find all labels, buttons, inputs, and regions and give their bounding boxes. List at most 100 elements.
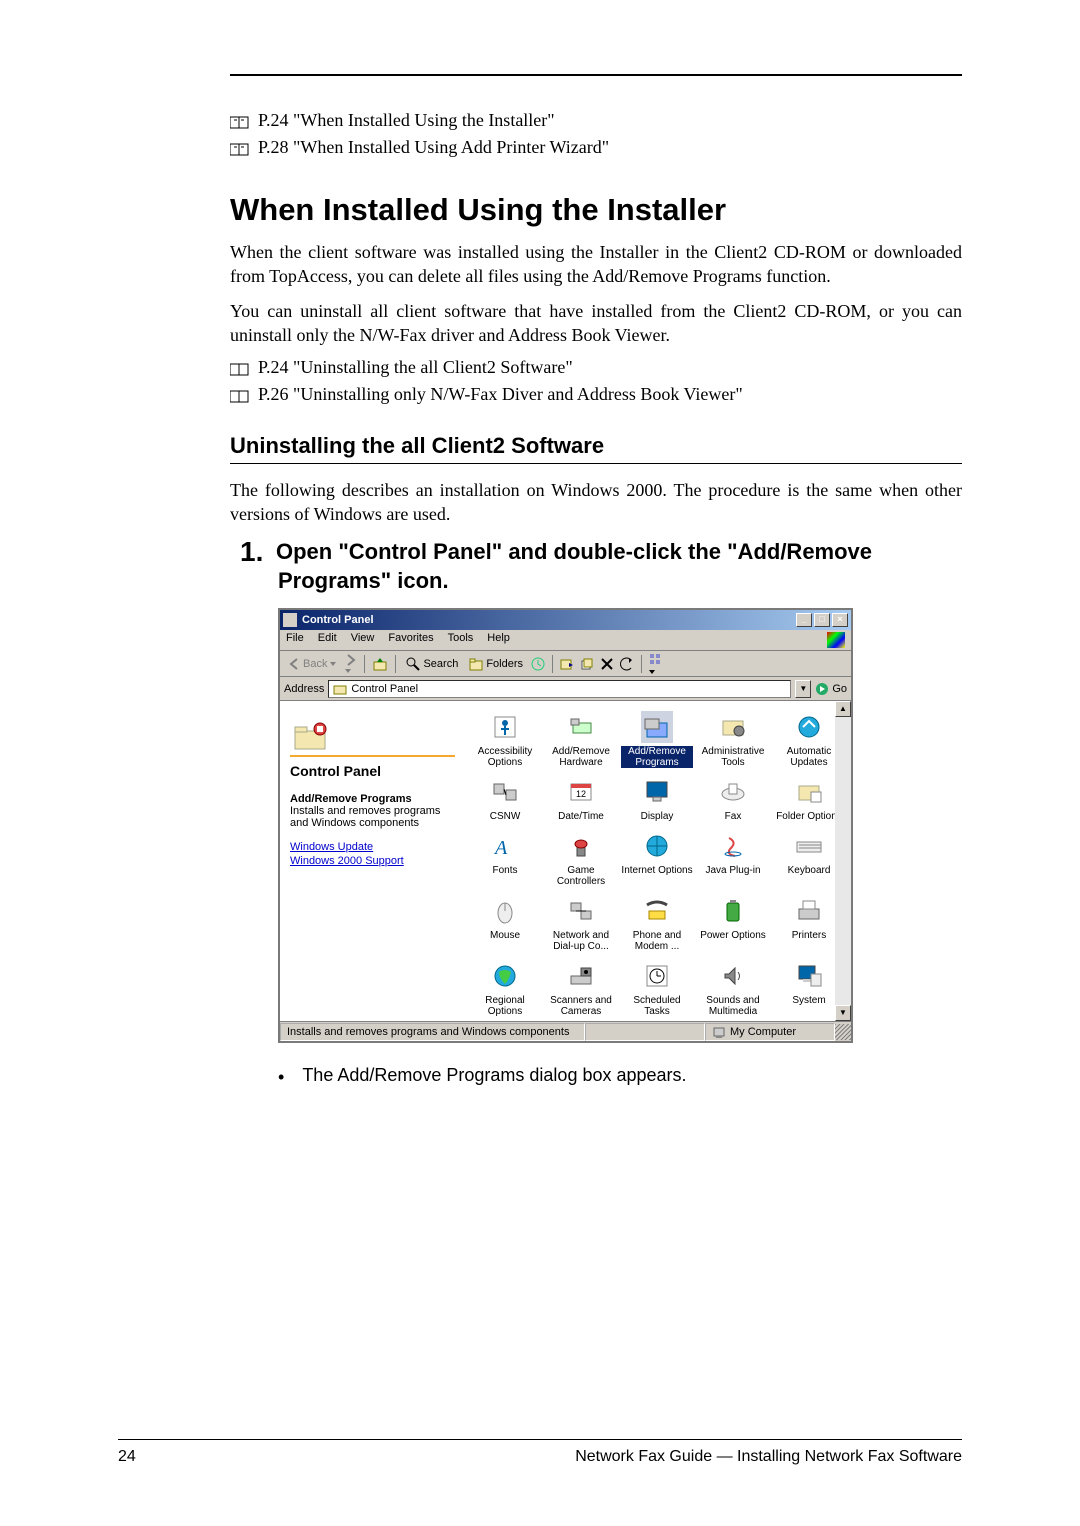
icon-label: Add/Remove Hardware: [545, 746, 617, 768]
icon-scheduled-tasks[interactable]: Scheduled Tasks: [621, 960, 693, 1017]
link-windows-update[interactable]: Windows Update: [290, 841, 455, 853]
icon-label: Display: [641, 811, 674, 822]
title-bar: Control Panel _ □ ×: [280, 610, 851, 630]
menu-view[interactable]: View: [351, 632, 375, 648]
ref-link-1: P.24 "When Installed Using the Installer…: [230, 110, 962, 131]
menu-tools[interactable]: Tools: [448, 632, 474, 648]
icon-label: CSNW: [490, 811, 521, 822]
scroll-down-button[interactable]: ▼: [835, 1005, 851, 1021]
icon-label: Java Plug-in: [705, 865, 760, 876]
separator: [641, 655, 642, 673]
icon-phone-modem[interactable]: Phone and Modem ...: [621, 895, 693, 952]
resize-grip[interactable]: [835, 1024, 851, 1040]
link-windows-2000-support[interactable]: Windows 2000 Support: [290, 855, 455, 867]
icon-label: Network and Dial-up Co...: [545, 930, 617, 952]
copyto-button[interactable]: [579, 656, 595, 672]
close-button[interactable]: ×: [832, 613, 848, 627]
undo-button[interactable]: [619, 656, 635, 672]
icon-sounds-multimedia[interactable]: Sounds and Multimedia: [697, 960, 769, 1017]
ref-link-3: P.24 "Uninstalling the all Client2 Softw…: [230, 357, 962, 378]
icon-mouse[interactable]: Mouse: [469, 895, 541, 952]
icon-label: System: [792, 995, 825, 1006]
footer-title: Network Fax Guide — Installing Network F…: [575, 1448, 962, 1466]
icon-fax[interactable]: Fax: [697, 776, 769, 822]
scroll-up-button[interactable]: ▲: [835, 701, 851, 717]
step-heading: 1. Open "Control Panel" and double-click…: [248, 537, 962, 596]
side-title: Control Panel: [290, 763, 455, 779]
icon-label: Folder Options: [776, 811, 842, 822]
page-number: 24: [118, 1448, 136, 1466]
up-button[interactable]: [371, 656, 389, 672]
minimize-button[interactable]: _: [796, 613, 812, 627]
icon-label: Fonts: [492, 865, 517, 876]
icon-label: Scanners and Cameras: [545, 995, 617, 1017]
book-icon: [230, 110, 250, 131]
step-text: Open "Control Panel" and double-click th…: [276, 539, 872, 594]
side-pane: Control Panel Add/Remove Programs Instal…: [280, 701, 465, 1021]
screenshot-control-panel: Control Panel _ □ × File Edit View Favor…: [278, 608, 962, 1043]
step-number: 1.: [242, 533, 263, 571]
icon-add-remove-programs[interactable]: Add/Remove Programs: [621, 711, 693, 768]
body-paragraph: You can uninstall all client software th…: [230, 299, 962, 348]
icon-regional-options[interactable]: Regional Options: [469, 960, 541, 1017]
address-bar: Address Control Panel ▼ Go: [280, 677, 851, 701]
icon-label: Accessibility Options: [469, 746, 541, 768]
menu-edit[interactable]: Edit: [318, 632, 337, 648]
moveto-button[interactable]: [559, 656, 575, 672]
status-text-value: Installs and removes programs and Window…: [287, 1026, 569, 1038]
back-button[interactable]: Back: [284, 656, 340, 672]
book-icon: [230, 384, 250, 405]
address-value: Control Panel: [351, 683, 418, 695]
icon-accessibility-options[interactable]: Accessibility Options: [469, 711, 541, 768]
h3-rule: [230, 463, 962, 464]
icon-administrative-tools[interactable]: Administrative Tools: [697, 711, 769, 768]
window-title: Control Panel: [302, 614, 374, 626]
separator: [364, 655, 365, 673]
menu-bar: File Edit View Favorites Tools Help: [280, 630, 851, 651]
icon-game-controllers[interactable]: Game Controllers: [545, 830, 617, 887]
icon-network-dialup[interactable]: Network and Dial-up Co...: [545, 895, 617, 952]
address-dropdown-button[interactable]: ▼: [795, 680, 811, 698]
body-paragraph: When the client software was installed u…: [230, 240, 962, 289]
heading-h3: Uninstalling the all Client2 Software: [230, 433, 962, 459]
menu-favorites[interactable]: Favorites: [388, 632, 433, 648]
scroll-track[interactable]: [835, 717, 851, 1005]
icon-add-remove-hardware[interactable]: Add/Remove Hardware: [545, 711, 617, 768]
window-button-group: _ □ ×: [796, 613, 848, 627]
page-footer: 24 Network Fax Guide — Installing Networ…: [118, 1439, 962, 1466]
maximize-button[interactable]: □: [814, 613, 830, 627]
icon-fonts[interactable]: A Fonts: [469, 830, 541, 887]
go-button[interactable]: Go: [815, 682, 847, 696]
icon-internet-options[interactable]: Internet Options: [621, 830, 693, 887]
icon-scanners-cameras[interactable]: Scanners and Cameras: [545, 960, 617, 1017]
icon-label: Printers: [792, 930, 826, 941]
icon-label: Scheduled Tasks: [621, 995, 693, 1017]
window: Control Panel _ □ × File Edit View Favor…: [278, 608, 853, 1043]
heading-h2: When Installed Using the Installer: [230, 192, 962, 228]
menu-file[interactable]: File: [286, 632, 304, 648]
icon-label: Administrative Tools: [697, 746, 769, 768]
bullet-text: The Add/Remove Programs dialog box appea…: [302, 1065, 686, 1086]
icon-label: Internet Options: [621, 865, 692, 876]
icon-csnw[interactable]: CSNW: [469, 776, 541, 822]
status-location: My Computer: [705, 1023, 835, 1041]
icon-date-time[interactable]: 12Date/Time: [545, 776, 617, 822]
icon-java-plugin[interactable]: Java Plug-in: [697, 830, 769, 887]
folders-button[interactable]: Folders: [465, 655, 526, 673]
search-button[interactable]: Search: [402, 655, 461, 673]
delete-button[interactable]: [599, 656, 615, 672]
icon-display[interactable]: Display: [621, 776, 693, 822]
address-field[interactable]: Control Panel: [328, 680, 791, 698]
history-button[interactable]: [530, 656, 546, 672]
body-paragraph: The following describes an installation …: [230, 478, 962, 527]
status-location-text: My Computer: [730, 1026, 796, 1038]
svg-text:A: A: [493, 837, 508, 859]
windows-logo-icon: [827, 632, 845, 648]
icon-power-options[interactable]: Power Options: [697, 895, 769, 952]
views-button[interactable]: [648, 652, 666, 676]
menu-help[interactable]: Help: [487, 632, 510, 648]
forward-button[interactable]: [344, 653, 358, 675]
side-item-title: Add/Remove Programs: [290, 793, 455, 805]
status-text: Installs and removes programs and Window…: [280, 1023, 585, 1041]
ref-text: P.24 "Uninstalling the all Client2 Softw…: [258, 357, 573, 378]
